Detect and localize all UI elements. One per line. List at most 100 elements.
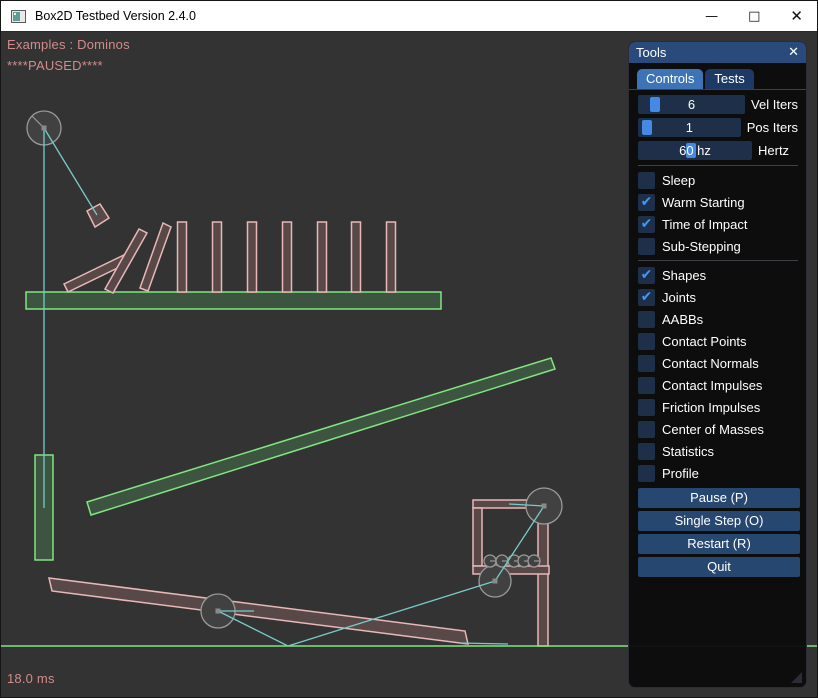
panel-body: 6Vel Iters 1 Pos Iters 60 hz Hertz Sleep ✔ War… <box>629 90 806 577</box>
checkbox-label: Center of Masses <box>662 422 764 437</box>
checkbox-label: Sleep <box>662 173 695 188</box>
app-window: Examples : Dominos ****PAUSED**** 18.0 m… <box>0 0 818 698</box>
checkbox-shapes[interactable]: ✔ Shapes <box>638 267 798 284</box>
check-icon: ✔ <box>641 195 653 209</box>
joint-anchor <box>493 579 498 584</box>
pos-iters-label: Pos Iters <box>747 120 798 135</box>
button-pause-p[interactable]: Pause (P) <box>638 488 800 508</box>
example-label: Examples : Dominos <box>7 37 130 52</box>
minimize-icon[interactable]: — <box>705 1 718 32</box>
window-controls: — □ ✕ <box>705 1 803 32</box>
checkbox-contact-points[interactable]: Contact Points <box>638 333 798 350</box>
checkbox-friction-impulses[interactable]: Friction Impulses <box>638 399 798 416</box>
checkbox-warm-starting[interactable]: ✔ Warm Starting <box>638 194 798 211</box>
pendulum-bob <box>87 204 109 227</box>
platform-shelf <box>26 292 441 309</box>
checkbox-label: Contact Impulses <box>662 378 762 393</box>
tools-panel: Tools ✕ ControlsTests 6Vel Iters 1 Pos Ite… <box>628 41 807 688</box>
checkbox-statistics[interactable]: Statistics <box>638 443 798 460</box>
button-quit[interactable]: Quit <box>638 557 800 577</box>
checkbox-center-of-masses[interactable]: Center of Masses <box>638 421 798 438</box>
titlebar: Box2D Testbed Version 2.4.0 — □ ✕ <box>1 1 817 32</box>
checkbox-box[interactable] <box>638 311 655 328</box>
checkbox-label: Profile <box>662 466 699 481</box>
domino-standing <box>318 222 327 292</box>
button-restart-r[interactable]: Restart (R) <box>638 534 800 554</box>
hertz-value: 60 hz <box>638 141 752 160</box>
checkbox-label: Contact Points <box>662 334 747 349</box>
joint-anchor <box>42 126 47 131</box>
domino-standing <box>387 222 396 292</box>
checkbox-sleep[interactable]: Sleep <box>638 172 798 189</box>
checkbox-label: Joints <box>662 290 696 305</box>
paused-label: ****PAUSED**** <box>7 58 103 73</box>
joint-anchor <box>216 609 221 614</box>
tab-controls[interactable]: Controls <box>637 69 703 89</box>
panel-close-icon[interactable]: ✕ <box>788 45 799 60</box>
checkbox-box[interactable] <box>638 172 655 189</box>
separator <box>638 165 798 166</box>
checkbox-joints[interactable]: ✔ Joints <box>638 289 798 306</box>
checkbox-contact-normals[interactable]: Contact Normals <box>638 355 798 372</box>
checkbox-label: Friction Impulses <box>662 400 760 415</box>
checkbox-box[interactable] <box>638 333 655 350</box>
check-icon: ✔ <box>641 268 653 282</box>
checkbox-sub-stepping[interactable]: Sub-Stepping <box>638 238 798 255</box>
checkbox-box[interactable] <box>638 355 655 372</box>
checkbox-label: Time of Impact <box>662 217 747 232</box>
checkbox-box[interactable]: ✔ <box>638 216 655 233</box>
checkbox-label: Sub-Stepping <box>662 239 741 254</box>
domino-standing <box>352 222 361 292</box>
vel-iters-slider[interactable]: 6 <box>638 95 745 114</box>
maximize-icon[interactable]: □ <box>748 1 760 32</box>
checkbox-aabbs[interactable]: AABBs <box>638 311 798 328</box>
check-icon: ✔ <box>641 217 653 231</box>
frame-left-post <box>473 508 482 566</box>
checkbox-box[interactable] <box>638 443 655 460</box>
ramp <box>87 358 555 515</box>
checkbox-contact-impulses[interactable]: Contact Impulses <box>638 377 798 394</box>
hertz-slider[interactable]: 60 hz <box>638 141 752 160</box>
domino-standing <box>248 222 257 292</box>
tools-panel-title: Tools <box>636 45 666 60</box>
checkbox-box[interactable] <box>638 465 655 482</box>
checkbox-box[interactable]: ✔ <box>638 194 655 211</box>
buttons-section: Pause (P) Single Step (O) Restart (R) Quit <box>638 488 798 577</box>
checkbox-box[interactable]: ✔ <box>638 267 655 284</box>
checkbox-box[interactable]: ✔ <box>638 289 655 306</box>
checkbox-box[interactable] <box>638 421 655 438</box>
window-title: Box2D Testbed Version 2.4.0 <box>35 9 196 23</box>
checkbox-label: Contact Normals <box>662 356 759 371</box>
tabbar: ControlsTests <box>629 63 806 90</box>
joint-line <box>44 128 97 215</box>
pos-iters-value: 1 <box>638 118 741 137</box>
domino-standing <box>283 222 292 292</box>
sliders-section: 6Vel Iters 1 Pos Iters 60 hz Hertz <box>638 95 798 160</box>
vel-iters-value: 6 <box>638 95 745 114</box>
button-single-step-o[interactable]: Single Step (O) <box>638 511 800 531</box>
frame-time-label: 18.0 ms <box>7 671 55 686</box>
vel-iters-row: 6Vel Iters <box>638 95 798 114</box>
checkbox-profile[interactable]: Profile <box>638 465 798 482</box>
checkbox-time-of-impact[interactable]: ✔ Time of Impact <box>638 216 798 233</box>
domino-standing <box>178 222 187 292</box>
resize-grip-icon[interactable] <box>791 672 802 683</box>
checkbox-box[interactable] <box>638 377 655 394</box>
app-icon <box>11 10 26 23</box>
pos-iters-slider[interactable]: 1 <box>638 118 741 137</box>
checkbox-label: Statistics <box>662 444 714 459</box>
seesaw-plank <box>49 578 468 644</box>
checkbox-label: Warm Starting <box>662 195 745 210</box>
close-icon[interactable]: ✕ <box>790 1 803 32</box>
pos-iters-row: 1 Pos Iters <box>638 118 798 137</box>
checkbox-box[interactable] <box>638 238 655 255</box>
joint-anchor <box>542 504 547 509</box>
checkbox-box[interactable] <box>638 399 655 416</box>
tab-tests[interactable]: Tests <box>705 69 753 89</box>
checkbox-label: Shapes <box>662 268 706 283</box>
checkbox-label: AABBs <box>662 312 703 327</box>
domino-standing <box>213 222 222 292</box>
hertz-label: Hertz <box>758 143 789 158</box>
checkbox-group-solver: Sleep ✔ Warm Starting ✔ Time of Impact Sub-St… <box>638 172 798 255</box>
tools-panel-titlebar[interactable]: Tools ✕ <box>629 42 806 63</box>
